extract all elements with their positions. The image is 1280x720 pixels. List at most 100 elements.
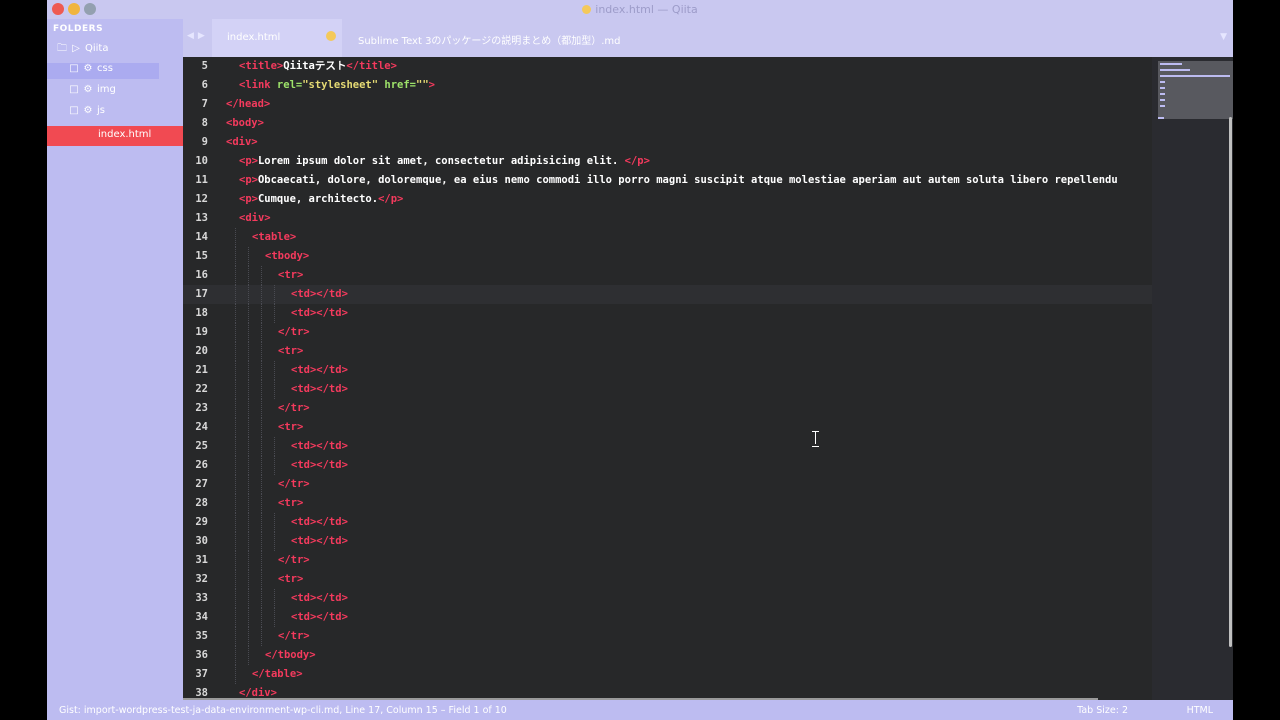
code-line[interactable]: 12 <p>Cumque, architecto.</p>: [183, 190, 1183, 209]
line-number: 23: [195, 402, 208, 414]
code-token: Qiitaテスト: [283, 60, 347, 72]
indent-guide: [274, 285, 275, 304]
code-text: </table>: [252, 665, 303, 684]
minimap-line: [1158, 117, 1164, 119]
tab-prev-icon[interactable]: ◀: [187, 31, 194, 41]
code-text: <td></td>: [291, 608, 348, 627]
code-text: <table>: [252, 228, 296, 247]
indent-guide: [235, 361, 236, 380]
code-line[interactable]: 26 <td></td>: [183, 456, 1183, 475]
tab-sublime-packages-md[interactable]: Sublime Text 3のパッケージの説明まとめ（都加型）.md: [358, 19, 658, 57]
folder-icon: □: [69, 84, 79, 95]
code-text: <p>Lorem ipsum dolor sit amet, consectet…: [239, 152, 650, 171]
tab-size-indicator[interactable]: Tab Size: 2: [1077, 705, 1128, 716]
tab-index-html[interactable]: index.html: [212, 19, 342, 57]
code-line[interactable]: 20 <tr>: [183, 342, 1183, 361]
sidebar-folder-root[interactable]: 🗀 ▷ Qiita: [47, 41, 183, 57]
minimap-line: [1160, 81, 1165, 83]
indent-guide: [248, 532, 249, 551]
code-text: <td></td>: [291, 361, 348, 380]
code-line[interactable]: 32 <tr>: [183, 570, 1183, 589]
code-line[interactable]: 34 <td></td>: [183, 608, 1183, 627]
code-line[interactable]: 37 </table>: [183, 665, 1183, 684]
code-line[interactable]: 17 <td></td>: [183, 285, 1183, 304]
indent-guide: [261, 304, 262, 323]
vertical-scrollbar[interactable]: [1229, 117, 1232, 647]
tab-label: Sublime Text 3のパッケージの説明まとめ（都加型）.md: [358, 36, 621, 47]
code-text: <td></td>: [291, 285, 348, 304]
code-line[interactable]: 13 <div>: [183, 209, 1183, 228]
code-line[interactable]: 8 <body>: [183, 114, 1183, 133]
title-bar[interactable]: index.html — Qiita: [47, 0, 1233, 19]
code-token: </p>: [378, 193, 404, 205]
code-line[interactable]: 30 <td></td>: [183, 532, 1183, 551]
line-number: 13: [195, 212, 208, 224]
code-text: <tbody>: [265, 247, 309, 266]
code-line[interactable]: 22 <td></td>: [183, 380, 1183, 399]
code-text: <td></td>: [291, 304, 348, 323]
indent-guide: [235, 494, 236, 513]
minimap-line: [1160, 87, 1165, 89]
sidebar-folder-css[interactable]: □ ⚙ css: [47, 63, 159, 79]
code-token: <tr>: [278, 497, 304, 509]
code-editor[interactable]: 5 <title>Qiitaテスト</title> 6 <link rel="styl…: [183, 57, 1233, 700]
sidebar-file-label: index.html: [98, 129, 152, 140]
code-line[interactable]: 27 </tr>: [183, 475, 1183, 494]
indent-guide: [235, 532, 236, 551]
sidebar-folder-img[interactable]: □ ⚙ img: [47, 84, 183, 100]
code-line[interactable]: 15 <tbody>: [183, 247, 1183, 266]
line-number: 29: [195, 516, 208, 528]
sidebar-folder-js[interactable]: □ ⚙ js: [47, 105, 183, 121]
code-line[interactable]: 31 </tr>: [183, 551, 1183, 570]
indent-guide: [248, 608, 249, 627]
folder-icon: □: [69, 63, 79, 74]
tab-next-icon[interactable]: ▶: [198, 31, 205, 41]
code-line[interactable]: 19 </tr>: [183, 323, 1183, 342]
code-line[interactable]: 14 <table>: [183, 228, 1183, 247]
gear-icon: ⚙: [83, 63, 93, 74]
letterbox-left: [0, 0, 47, 720]
indent-guide: [261, 437, 262, 456]
sidebar-file-index[interactable]: index.html: [47, 126, 183, 146]
code-line[interactable]: 35 </tr>: [183, 627, 1183, 646]
indent-guide: [235, 551, 236, 570]
code-text: <tr>: [278, 266, 303, 285]
code-line[interactable]: 36 </tbody>: [183, 646, 1183, 665]
code-line[interactable]: 6 <link rel="stylesheet" href="">: [183, 76, 1183, 95]
line-number: 30: [195, 535, 208, 547]
code-line[interactable]: 25 <td></td>: [183, 437, 1183, 456]
indent-guide: [261, 513, 262, 532]
code-line[interactable]: 21 <td></td>: [183, 361, 1183, 380]
code-line[interactable]: 16 <tr>: [183, 266, 1183, 285]
indent-guide: [248, 513, 249, 532]
gear-icon: ⚙: [83, 84, 93, 95]
line-number: 7: [201, 98, 208, 110]
line-number: 20: [195, 345, 208, 357]
indent-guide: [261, 551, 262, 570]
indent-guide: [235, 399, 236, 418]
code-line[interactable]: 29 <td></td>: [183, 513, 1183, 532]
code-line[interactable]: 5 <title>Qiitaテスト</title>: [183, 57, 1183, 76]
code-line[interactable]: 7 </head>: [183, 95, 1183, 114]
code-line[interactable]: 24 <tr>: [183, 418, 1183, 437]
code-line[interactable]: 33 <td></td>: [183, 589, 1183, 608]
syntax-indicator[interactable]: HTML: [1187, 705, 1213, 716]
code-line[interactable]: 28 <tr>: [183, 494, 1183, 513]
line-number: 6: [201, 79, 208, 91]
indent-guide: [235, 608, 236, 627]
code-line[interactable]: 18 <td></td>: [183, 304, 1183, 323]
line-number: 22: [195, 383, 208, 395]
line-number: 37: [195, 668, 208, 680]
code-line[interactable]: 9 <div>: [183, 133, 1183, 152]
tab-nav: ◀ ▶: [187, 31, 209, 41]
code-line[interactable]: 10 <p>Lorem ipsum dolor sit amet, consect…: [183, 152, 1183, 171]
document-icon: [582, 5, 592, 14]
modified-dot-icon[interactable]: [326, 31, 336, 41]
minimap[interactable]: [1152, 57, 1233, 700]
code-text: </tr>: [278, 627, 310, 646]
code-line[interactable]: 11 <p>Obcaecati, dolore, doloremque, ea e…: [183, 171, 1183, 190]
line-number: 36: [195, 649, 208, 661]
code-line[interactable]: 23 </tr>: [183, 399, 1183, 418]
minimap-line: [1160, 69, 1190, 71]
tab-menu-icon[interactable]: ▼: [1220, 32, 1227, 42]
